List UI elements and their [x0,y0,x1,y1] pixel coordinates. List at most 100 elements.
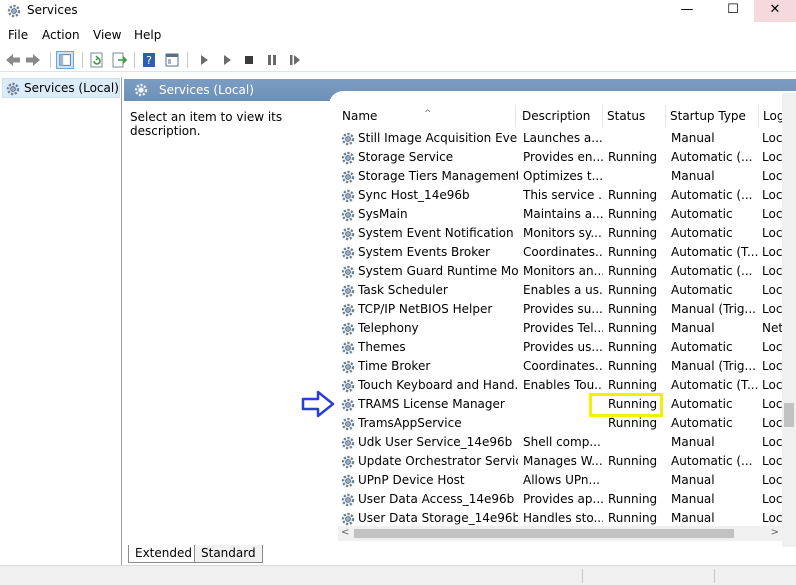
service-row[interactable]: Telephony Provides Tel... Running Manual Net… [338,319,796,338]
service-name: Themes [358,340,406,354]
service-description: Provides su... [523,302,603,316]
service-row[interactable]: Task Scheduler Enables a us... Running Auto… [338,281,796,300]
maximize-button[interactable]: ☐ [710,0,756,22]
service-row[interactable]: Time Broker Coordinates... Running Manual (… [338,357,796,376]
service-row[interactable]: TRAMS License Manager Running Automatic Loc… [338,395,796,414]
service-row[interactable]: UPnP Device Host Allows UPn... Manual Loca [338,471,796,490]
vertical-scrollbar[interactable] [782,93,796,547]
service-startup-type: Automatic (... [671,188,753,202]
service-startup-type: Automatic [671,397,733,411]
service-row[interactable]: Touch Keyboard and Hand... Enables Tou...… [338,376,796,395]
menu-file[interactable]: File [8,28,28,42]
service-description: Manages W... [523,454,603,468]
service-row[interactable]: Storage Tiers Management Optimizes t... Ma… [338,167,796,186]
service-row[interactable]: Still Image Acquisition Events Launches a… [338,129,796,148]
scroll-right-icon[interactable]: > [771,527,779,538]
service-startup-type: Manual [671,169,715,183]
service-gear-icon [341,341,355,355]
start-service-icon[interactable] [195,51,213,69]
scroll-left-icon[interactable]: < [341,527,349,538]
status-bar [0,565,796,585]
horizontal-scroll-thumb[interactable] [354,529,734,538]
service-row[interactable]: Sync Host_14e96b This service ... Running A… [338,186,796,205]
column-header-startup-type[interactable]: Startup Type [666,105,759,127]
service-gear-icon [341,436,355,450]
service-name: Touch Keyboard and Hand... [358,378,518,392]
service-name: SysMain [358,207,408,221]
service-row[interactable]: SysMain Maintains a... Running Automatic Loc… [338,205,796,224]
forward-arrow-icon[interactable] [24,51,42,69]
service-gear-icon [341,474,355,488]
service-gear-icon [341,303,355,317]
service-row[interactable]: Update Orchestrator Service Manages W... R… [338,452,796,471]
service-startup-type: Automatic [671,207,733,221]
window-title: Services [27,3,78,17]
view-tabs: Extended Standard [124,545,796,563]
service-gear-icon [341,417,355,431]
service-name: Telephony [358,321,419,335]
service-row[interactable]: System Guard Runtime Mo... Monitors an...… [338,262,796,281]
service-description: Provides ap... [523,492,603,506]
service-gear-icon [341,170,355,184]
service-gear-icon [341,493,355,507]
start-service-alt-icon[interactable] [218,51,236,69]
title-bar: Services — ☐ ✕ [0,0,796,22]
services-pane: Services (Local) Select an item to view … [124,77,796,547]
services-gear-icon [6,82,20,96]
service-startup-type: Manual [671,473,715,487]
service-row[interactable]: System Event Notification S... Monitors s… [338,224,796,243]
service-name: User Data Storage_14e96b [358,511,518,525]
service-name: Still Image Acquisition Events [358,131,518,145]
menu-action[interactable]: Action [42,28,80,42]
stop-service-icon[interactable] [240,51,258,69]
minimize-button[interactable]: — [664,0,710,22]
service-status: Running [608,359,658,373]
refresh-icon[interactable] [88,51,106,69]
close-button[interactable]: ✕ [754,0,796,22]
service-row[interactable]: TCP/IP NetBIOS Helper Provides su... Runni… [338,300,796,319]
service-status: Running [608,492,658,506]
service-gear-icon [341,398,355,412]
show-hide-tree-icon[interactable] [56,51,74,69]
menu-view[interactable]: View [93,28,121,42]
service-status: Running [608,226,658,240]
service-gear-icon [341,208,355,222]
service-name: Update Orchestrator Service [358,454,518,468]
service-startup-type: Automatic [671,416,733,430]
service-name: Sync Host_14e96b [358,188,470,202]
service-row[interactable]: TramsAppService Running Automatic Loca [338,414,796,433]
tab-extended[interactable]: Extended [128,545,199,563]
restart-service-icon[interactable] [286,51,304,69]
service-status: Running [608,511,658,525]
service-name: System Events Broker [358,245,491,259]
export-list-icon[interactable] [110,51,128,69]
service-description: Optimizes t... [523,169,603,183]
pause-service-icon[interactable] [263,51,281,69]
help-icon[interactable]: ? [140,51,158,69]
back-arrow-icon[interactable] [4,51,22,69]
tree-item-services-local[interactable]: Services (Local) [2,78,120,98]
column-header-description[interactable]: Description [518,105,603,127]
service-startup-type: Automatic (... [671,264,753,278]
service-row[interactable]: User Data Access_14e96b Provides ap... Run… [338,490,796,509]
service-startup-type: Automatic [671,340,733,354]
column-header-status[interactable]: Status [603,105,666,127]
column-header-name[interactable]: ^ Name [338,105,516,127]
service-status: Running [608,150,658,164]
menu-help[interactable]: Help [134,28,161,42]
pane-title: Services (Local) [159,83,254,97]
service-description: Provides en... [523,150,603,164]
properties-icon[interactable] [163,51,181,69]
tab-standard[interactable]: Standard [194,545,263,563]
service-row[interactable]: System Events Broker Coordinates... Runnin… [338,243,796,262]
service-row[interactable]: Storage Service Provides en... Running Auto… [338,148,796,167]
horizontal-scrollbar[interactable]: < > [338,526,782,541]
service-startup-type: Automatic [671,226,733,240]
service-row[interactable]: Udk User Service_14e96b Shell comp... Manu… [338,433,796,452]
service-status: Running [608,207,658,221]
service-startup-type: Manual [671,131,715,145]
service-description: Launches a... [523,131,603,145]
service-row[interactable]: Themes Provides us... Running Automatic Loca [338,338,796,357]
vertical-scroll-thumb[interactable] [784,403,794,427]
service-startup-type: Manual [671,511,715,525]
